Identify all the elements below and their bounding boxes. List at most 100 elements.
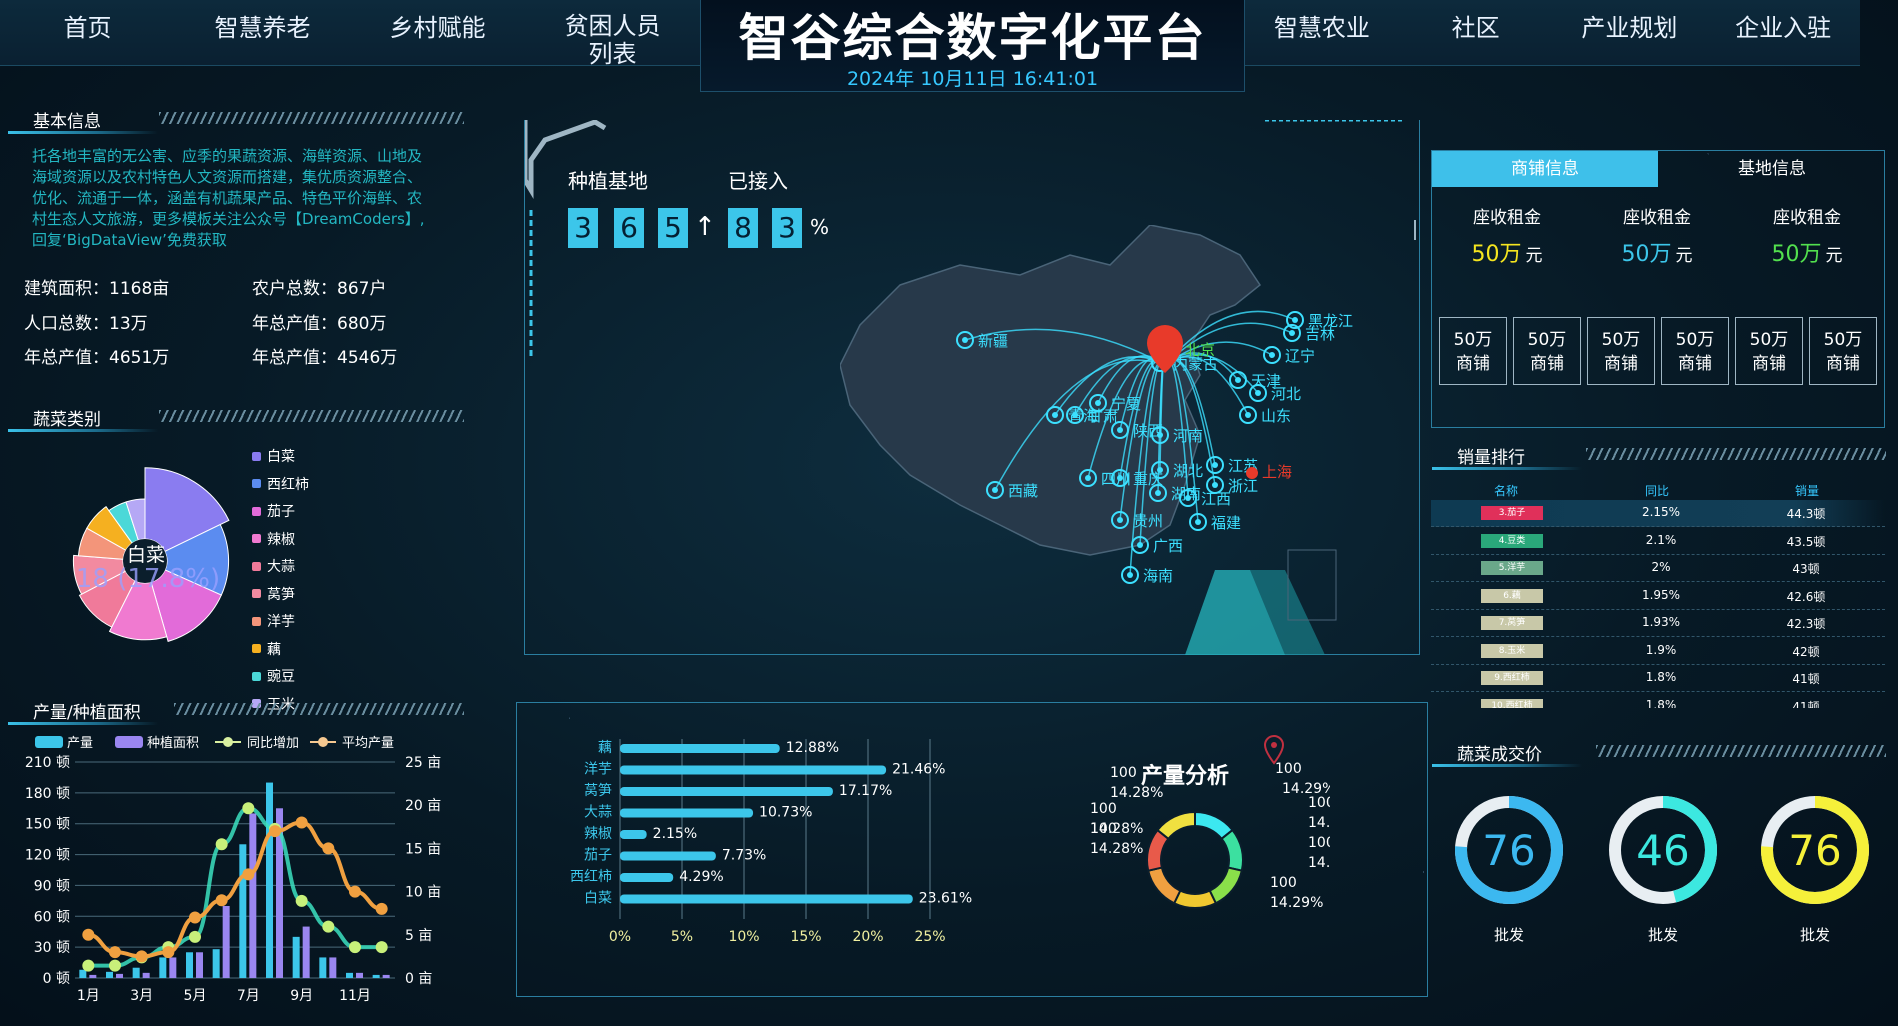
nav-poverty-list[interactable]: 贫困人员 列表: [525, 0, 700, 68]
nav-smart-agri[interactable]: 智慧农业: [1245, 0, 1399, 65]
south-sea-inset: [1287, 549, 1337, 621]
province-dot: [1137, 542, 1143, 548]
bar-production: [372, 974, 380, 978]
plant-base-label: 种植基地: [568, 169, 648, 193]
bar-area: [382, 974, 390, 978]
legend-item[interactable]: 辣椒: [252, 529, 295, 549]
province-label: 湖北: [1173, 462, 1203, 480]
province-label: 福建: [1211, 514, 1241, 532]
y-tick-label: 60 顿: [34, 909, 70, 925]
tab-base-info[interactable]: 基地信息: [1659, 151, 1885, 187]
rank-amount: 43.5顿: [1786, 534, 1826, 549]
category-label: 西红柿: [570, 868, 612, 885]
table-row[interactable]: 7.莴笋 1.93% 42.3顿: [1431, 610, 1885, 637]
data-label: 4.29%: [679, 869, 723, 885]
shop-card[interactable]: 50万 商铺: [1661, 317, 1729, 385]
sales-table-viewport[interactable]: 3.茄子 2.15% 44.3顿 4.豆类 2.1% 43.5顿 5.洋芋 2% 43顿 6.藕 1…: [1431, 500, 1885, 708]
digit-box: 5: [658, 208, 688, 248]
production-title: 产量/种植面积: [33, 703, 141, 723]
legend-label: 洋芋: [267, 614, 295, 630]
point-avg: [295, 816, 308, 829]
shop-card[interactable]: 50万 商铺: [1809, 317, 1877, 385]
nav-rural[interactable]: 乡村赋能: [350, 0, 525, 65]
point-avg: [109, 946, 121, 959]
legend-item[interactable]: 豌豆: [252, 666, 295, 686]
rank-amount: 42顿: [1792, 644, 1820, 659]
nav-smart-elderly[interactable]: 智慧养老: [175, 0, 350, 65]
production-analysis-donut[interactable]: 产量分析10014.29%10014.29%10014.29%10014.29%…: [1050, 725, 1330, 945]
stat-annual-output-1: 年总产值：680万: [252, 314, 387, 334]
trade-gauges[interactable]: 76 46 76: [1431, 780, 1891, 920]
point-yoy: [375, 941, 388, 954]
table-row[interactable]: 4.豆类 2.1% 43.5顿: [1431, 528, 1885, 555]
province-label: 江西: [1201, 490, 1231, 508]
table-row[interactable]: 9.西红柿 1.8% 41顿: [1431, 665, 1885, 692]
data-label: 7.73%: [722, 848, 766, 864]
province-dot: [962, 337, 968, 343]
category-label: 莴笋: [584, 782, 612, 799]
nav-community[interactable]: 社区: [1399, 0, 1553, 65]
donut-pct-label: 14.28%: [1110, 785, 1163, 801]
bar-area: [249, 813, 257, 978]
basic-info-header: 基本信息: [8, 104, 464, 134]
bar-production: [212, 949, 220, 978]
province-label: 海南: [1143, 567, 1173, 585]
y2-tick-label: 25 亩: [405, 754, 441, 771]
legend-item[interactable]: 茄子: [252, 501, 295, 521]
rent-card: 座收租金 50万元: [1771, 208, 1843, 267]
table-row[interactable]: 3.茄子 2.15% 44.3顿: [1431, 500, 1885, 527]
rank-yoy: 1.9%: [1645, 642, 1677, 657]
data-label: 21.46%: [892, 762, 945, 778]
table-row[interactable]: 8.玉米 1.9% 42顿: [1431, 638, 1885, 665]
digit-box: 6: [614, 208, 644, 248]
bar: [620, 808, 754, 818]
province-dot: [1195, 519, 1201, 525]
legend-label: 豌豆: [267, 669, 295, 685]
nav-enterprise[interactable]: 企业入驻: [1706, 0, 1860, 65]
header-stripe: [159, 410, 464, 422]
x-tick-label: 9月: [290, 988, 313, 1004]
production-header: 产量/种植面积: [8, 695, 464, 725]
province-label: 青海: [1068, 407, 1098, 425]
nav-home[interactable]: 首页: [0, 0, 175, 65]
province-dot: [1117, 517, 1123, 523]
table-row[interactable]: 5.洋芋 2% 43顿: [1431, 555, 1885, 582]
point-avg: [269, 825, 281, 838]
production-chart[interactable]: 产量 种植面积 同比增加 平均产量 210 顿 180 顿 150 顿 120 顿 90 顿 60…: [0, 730, 460, 1015]
point-avg: [162, 946, 175, 959]
donut-value-label: 100: [1270, 875, 1297, 891]
shop-card[interactable]: 50万 商铺: [1735, 317, 1803, 385]
province-dot: [1245, 412, 1251, 418]
province-label: 贵州: [1133, 512, 1163, 530]
legend-item[interactable]: 洋芋: [252, 611, 295, 631]
legend-swatch: [252, 561, 261, 571]
legend-label: 莴笋: [267, 586, 295, 603]
province-dot: [1212, 462, 1218, 468]
legend-label: 大蒜: [267, 559, 295, 575]
province-dot: [1292, 317, 1298, 323]
legend-swatch: [35, 736, 63, 748]
table-row[interactable]: 6.藕 1.95% 42.6顿: [1431, 583, 1885, 610]
percent-bar-chart[interactable]: 0% 5% 10% 15% 20% 25% 藕 12.88% 洋芋 21.46% 莴笋 17.17% 大…: [540, 735, 980, 945]
legend-item[interactable]: 大蒜: [252, 556, 295, 576]
shop-card[interactable]: 50万 商铺: [1587, 317, 1655, 385]
header-stripe: [1586, 448, 1886, 460]
tab-shop-info[interactable]: 商铺信息: [1432, 151, 1658, 187]
shop-card[interactable]: 50万 商铺: [1513, 317, 1581, 385]
basic-info-title: 基本信息: [33, 112, 101, 132]
page-title: 智谷综合数字化平台: [738, 9, 1207, 67]
donut-slice: [1220, 828, 1244, 872]
bar-area: [89, 974, 97, 978]
donut-pct-label: 14.29%: [1270, 895, 1323, 911]
beijing-label: 北京: [1185, 341, 1215, 359]
nav-industry-plan[interactable]: 产业规划: [1553, 0, 1707, 65]
legend-item[interactable]: 白菜: [252, 446, 295, 466]
china-map[interactable]: 新疆内蒙古黑龙江吉林辽宁天津河北山东宁夏甘肃青海陕西 河南江苏湖北四川 重庆 浙江湖南…: [840, 225, 1400, 625]
legend-item[interactable]: 藕: [252, 639, 281, 659]
legend-item[interactable]: 莴笋: [252, 584, 295, 604]
shop-card[interactable]: 50万 商铺: [1439, 317, 1507, 385]
rank-name-badge: 6.藕: [1481, 588, 1543, 603]
data-label: 12.88%: [786, 740, 839, 756]
table-row[interactable]: 10.西红柿 1.8% 41顿: [1431, 693, 1885, 708]
legend-item[interactable]: 西红柿: [252, 474, 309, 494]
